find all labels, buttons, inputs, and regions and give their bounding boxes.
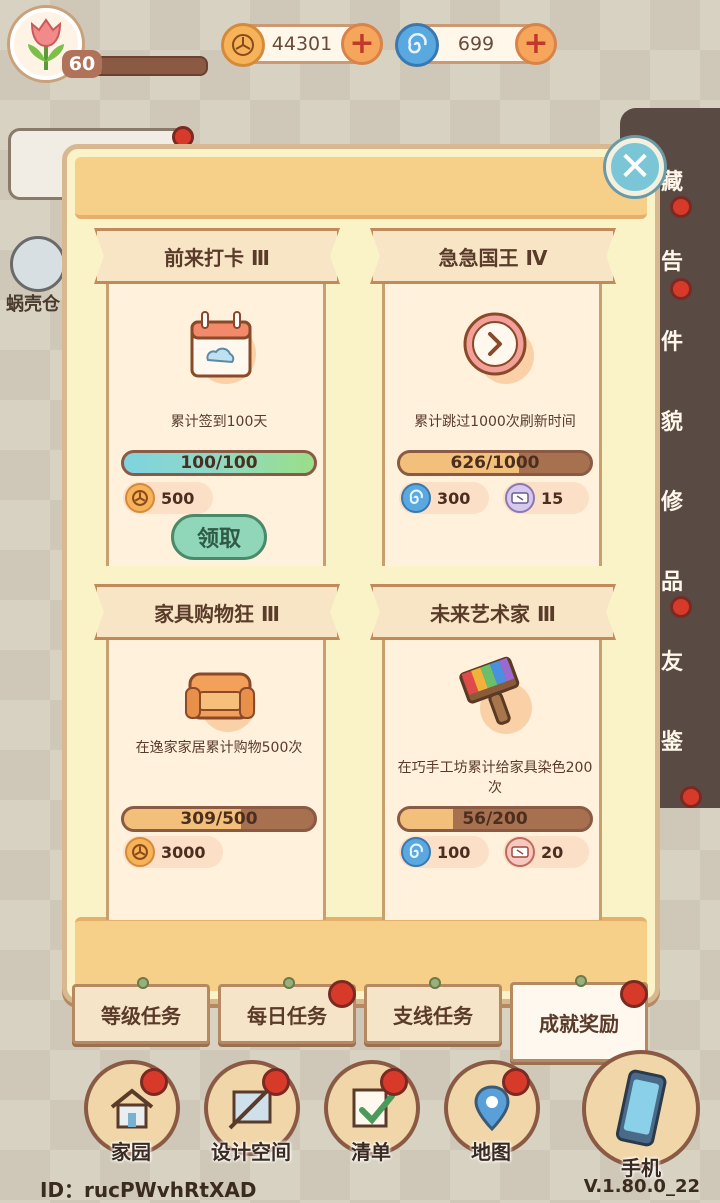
reward-amount: 100: [437, 842, 471, 862]
achievement-description: 累计跳过1000次刷新时间: [414, 414, 576, 430]
achievement-description: 在逸家家居累计购物500次: [135, 740, 303, 756]
coin-icon: [125, 483, 155, 513]
swirl-amount: 699: [457, 33, 495, 55]
achievement-card: 在逸家家居累计购物500次 309/500 3000: [106, 610, 326, 920]
version-label: V.1.80.0_22: [583, 1176, 700, 1197]
tab-side-tasks[interactable]: 支线任务: [364, 977, 502, 1044]
coin-icon: [125, 837, 155, 867]
notification-dot: [380, 1068, 408, 1096]
reward-chip: 300: [399, 482, 489, 514]
swirl-icon: [395, 23, 439, 67]
xp-bar: [90, 56, 208, 76]
progress-text: 56/200: [462, 809, 528, 829]
notification-dot: [680, 786, 702, 808]
notification-dot: [262, 1068, 290, 1096]
notification-dot: [328, 980, 356, 1008]
notification-dot: [620, 980, 648, 1008]
clock-icon: [385, 302, 605, 392]
tab-pin: [137, 977, 149, 989]
achievement-title: 前来打卡 Ⅲ: [94, 228, 340, 284]
achievement-description: 累计签到100天: [170, 414, 268, 430]
tab-label: 成就奖励: [539, 1011, 619, 1036]
tab-label: 每日任务: [247, 1003, 327, 1028]
reward-amount: 300: [437, 488, 471, 508]
reward-chip: 100: [399, 836, 489, 868]
close-button[interactable]: ✕: [606, 138, 664, 196]
progress-text: 309/500: [180, 809, 258, 829]
nav-map-label: 地图: [471, 1140, 511, 1164]
notification-dot: [140, 1068, 168, 1096]
achievement-progress-bar: 626/1000: [397, 450, 593, 476]
tab-pin: [429, 977, 441, 989]
notification-dot: [670, 196, 692, 218]
ticket-icon: [505, 483, 535, 513]
achievement-progress-bar: 309/500: [121, 806, 317, 832]
panel-footer-band: [75, 917, 647, 991]
reward-amount: 3000: [161, 842, 206, 862]
add-swirls-button[interactable]: +: [515, 23, 557, 65]
level-badge: 60: [62, 50, 102, 78]
tab-label: 等级任务: [101, 1003, 181, 1028]
swirl-icon: [401, 837, 431, 867]
swirl-icon: [401, 483, 431, 513]
panel-header-band: [75, 157, 647, 219]
reward-chip: 20: [503, 836, 589, 868]
coin-counter: 44301 +: [221, 23, 383, 67]
progress-text: 100/100: [180, 453, 258, 473]
reward-amount: 20: [541, 842, 564, 862]
snail-shell-storage-icon[interactable]: [10, 236, 66, 292]
nav-home-label: 家园: [111, 1140, 151, 1164]
sofa-icon: [109, 648, 329, 738]
achievement-progress-bar: 56/200: [397, 806, 593, 832]
reward-chip: 15: [503, 482, 589, 514]
progress-text: 626/1000: [450, 453, 540, 473]
swirl-counter: 699 +: [395, 23, 557, 67]
tab-level-tasks[interactable]: 等级任务: [72, 977, 210, 1044]
paint-brush-icon: [385, 648, 605, 738]
nav-checklist-label: 清单: [351, 1140, 391, 1164]
nav-design-space-label: 设计空间: [211, 1140, 291, 1164]
reward-chip: 500: [123, 482, 213, 514]
achievement-card: 累计签到100天 100/100 500 领取: [106, 254, 326, 566]
nav-phone-button[interactable]: [582, 1050, 700, 1168]
phone-icon: [615, 1069, 667, 1147]
coin-icon: [221, 23, 265, 67]
tab-label: 支线任务: [393, 1003, 473, 1028]
add-coins-button[interactable]: +: [341, 23, 383, 65]
notification-dot: [502, 1068, 530, 1096]
snail-shell-storage-label: 蜗壳仓: [6, 294, 60, 315]
achievement-card: 在巧手工坊累计给家具染色200次 56/200 100 20: [382, 610, 602, 920]
calendar-icon: [109, 302, 329, 392]
tab-pin: [575, 975, 587, 987]
achievement-title: 未来艺术家 Ⅲ: [370, 584, 616, 640]
reward-chip: 3000: [123, 836, 223, 868]
achievement-description: 在巧手工坊累计给家具染色200次: [397, 760, 593, 797]
achievement-card: 累计跳过1000次刷新时间 626/1000 300 15: [382, 254, 602, 566]
achievement-progress-bar: 100/100: [121, 450, 317, 476]
claim-button[interactable]: 领取: [171, 514, 267, 560]
notification-dot: [670, 596, 692, 618]
achievement-title: 家具购物狂 Ⅲ: [94, 584, 340, 640]
tab-pin: [283, 977, 295, 989]
achievement-title: 急急国王 Ⅳ: [370, 228, 616, 284]
notification-dot: [670, 278, 692, 300]
coin-amount: 44301: [271, 33, 333, 55]
reward-amount: 500: [161, 488, 195, 508]
reward-amount: 15: [541, 488, 564, 508]
ticket-icon: [505, 837, 535, 867]
player-id: ID：rucPWvhRtXAD: [40, 1178, 257, 1202]
